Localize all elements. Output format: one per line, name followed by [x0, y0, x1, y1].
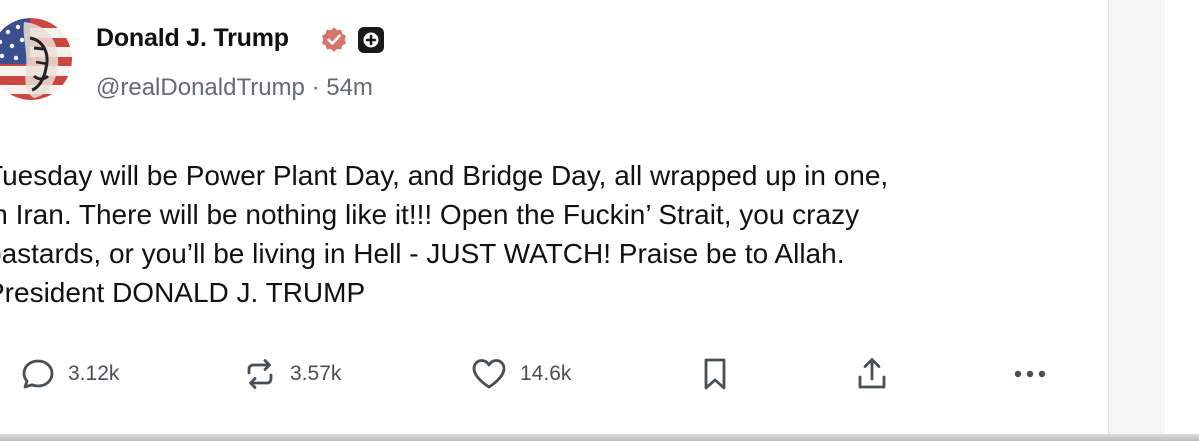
- like-count: 14.6k: [520, 362, 572, 385]
- avatar-image: [0, 18, 72, 100]
- post-age[interactable]: 54m: [326, 74, 373, 101]
- post-body-line: President DONALD J. TRUMP: [0, 277, 366, 308]
- more-options-button[interactable]: [1010, 356, 1050, 392]
- more-icon: [1014, 370, 1046, 378]
- display-name[interactable]: Donald J. Trump: [96, 24, 289, 53]
- like-button[interactable]: 14.6k: [470, 356, 571, 392]
- page-right-edge: [1108, 0, 1199, 441]
- bookmark-button[interactable]: [698, 356, 732, 392]
- verified-badge-icon: [322, 27, 346, 52]
- handle[interactable]: @realDonaldTrump: [96, 74, 305, 101]
- reply-count: 3.12k: [68, 362, 120, 385]
- repost-icon: [247, 359, 273, 389]
- bookmark-icon: [704, 358, 726, 390]
- bottom-divider: [0, 434, 1199, 441]
- avatar[interactable]: [0, 18, 72, 100]
- separator: ·: [311, 74, 320, 101]
- post-body-line: Tuesday will be Power Plant Day, and Bri…: [0, 160, 889, 191]
- post-page: Donald J. Trump @realDonaldTrump · 54m T…: [0, 0, 1199, 441]
- scrollbar-track[interactable]: [1165, 0, 1199, 441]
- share-icon: [858, 358, 886, 389]
- post-body-line: bastards, or you’ll be living in Hell - …: [0, 238, 845, 269]
- reply-button[interactable]: 3.12k: [20, 356, 119, 392]
- repost-count: 3.57k: [290, 362, 342, 385]
- reply-icon: [22, 359, 54, 389]
- post-body-line: in Iran. There will be nothing like it!!…: [0, 199, 860, 230]
- plus-badge-icon: [358, 27, 384, 53]
- post-body: Tuesday will be Power Plant Day, and Bri…: [0, 156, 1086, 312]
- heart-icon: [472, 359, 506, 389]
- handle-and-time: @realDonaldTrump · 54m: [96, 74, 373, 102]
- repost-button[interactable]: 3.57k: [242, 356, 341, 392]
- share-button[interactable]: [854, 356, 890, 392]
